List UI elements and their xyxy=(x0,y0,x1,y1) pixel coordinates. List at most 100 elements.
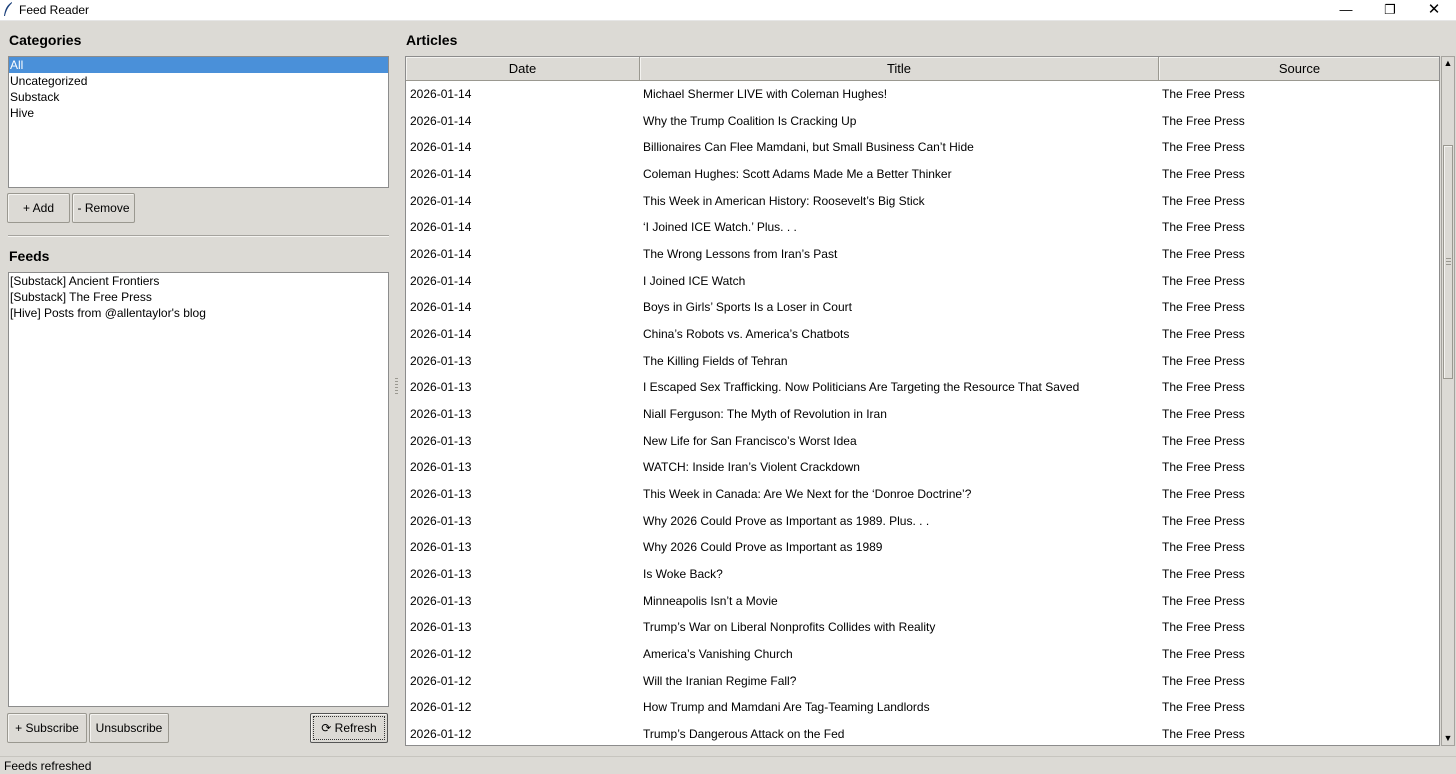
table-row[interactable]: 2026-01-13 New Life for San Francisco’s W… xyxy=(406,428,1439,455)
article-source: The Free Press xyxy=(1162,87,1245,101)
table-row[interactable]: 2026-01-12 Trump’s Dangerous Attack on th… xyxy=(406,721,1439,745)
remove-category-button[interactable]: - Remove xyxy=(72,193,135,223)
article-source: The Free Press xyxy=(1162,406,1245,421)
feed-item[interactable]: [Substack] The Free Press xyxy=(9,289,388,305)
table-row[interactable]: 2026-01-14 Billionaires Can Flee Mamdani,… xyxy=(406,134,1439,161)
category-item[interactable]: Hive xyxy=(9,105,388,121)
article-source: The Free Press xyxy=(1162,246,1245,261)
table-row[interactable]: 2026-01-12 How Trump and Mamdani Are Tag-… xyxy=(406,694,1439,721)
article-title: Coleman Hughes: Scott Adams Made Me a Be… xyxy=(643,166,952,181)
feed-item[interactable]: [Hive] Posts from @allentaylor's blog xyxy=(9,305,388,321)
articles-table[interactable]: Date Title Source 2026-01-14 Michael Sher… xyxy=(405,56,1440,746)
article-source: The Free Press xyxy=(1162,140,1245,155)
add-category-button[interactable]: + Add xyxy=(7,193,70,223)
article-date: 2026-01-13 xyxy=(410,380,472,395)
article-date: 2026-01-13 xyxy=(410,566,472,581)
article-date: 2026-01-14 xyxy=(410,166,472,181)
maximize-button[interactable]: ❐ xyxy=(1368,0,1412,20)
table-row[interactable]: 2026-01-14 Boys in Girls’ Sports Is a Los… xyxy=(406,294,1439,321)
table-row[interactable]: 2026-01-14 Michael Shermer LIVE with Cole… xyxy=(406,81,1439,108)
article-date: 2026-01-14 xyxy=(410,220,472,235)
category-item[interactable]: Substack xyxy=(9,89,388,105)
table-row[interactable]: 2026-01-13 WATCH: Inside Iran’s Violent C… xyxy=(406,454,1439,481)
article-title: This Week in Canada: Are We Next for the… xyxy=(643,486,972,501)
table-row[interactable]: 2026-01-12 America’s Vanishing Church The … xyxy=(406,641,1439,668)
table-row[interactable]: 2026-01-13 Why 2026 Could Prove as Import… xyxy=(406,534,1439,561)
articles-scrollbar[interactable]: ▲ ▼ xyxy=(1441,56,1455,746)
article-source: The Free Press xyxy=(1162,566,1245,581)
table-row[interactable]: 2026-01-14 ‘I Joined ICE Watch.’ Plus. . … xyxy=(406,214,1439,241)
column-header-title[interactable]: Title xyxy=(640,57,1159,81)
article-title: How Trump and Mamdani Are Tag-Teaming La… xyxy=(643,700,930,715)
table-row[interactable]: 2026-01-12 Will the Iranian Regime Fall? T… xyxy=(406,668,1439,695)
article-date: 2026-01-14 xyxy=(410,246,472,261)
table-row[interactable]: 2026-01-13 Why 2026 Could Prove as Import… xyxy=(406,508,1439,535)
article-date: 2026-01-13 xyxy=(410,353,472,368)
scrollbar-thumb[interactable] xyxy=(1443,145,1453,379)
article-date: 2026-01-14 xyxy=(410,113,472,128)
title-bar: Feed Reader — ❐ ✕ xyxy=(0,0,1456,21)
scroll-up-icon[interactable]: ▲ xyxy=(1442,57,1454,70)
status-bar: Feeds refreshed xyxy=(0,756,1456,774)
article-title: America’s Vanishing Church xyxy=(643,646,793,661)
categories-list[interactable]: All Uncategorized Substack Hive xyxy=(8,56,389,188)
article-title: New Life for San Francisco’s Worst Idea xyxy=(643,433,857,448)
minimize-button[interactable]: — xyxy=(1324,0,1368,20)
article-title: I Joined ICE Watch xyxy=(643,273,746,288)
feeds-heading: Feeds xyxy=(9,248,50,264)
article-date: 2026-01-12 xyxy=(410,726,472,741)
column-header-source[interactable]: Source xyxy=(1159,57,1439,81)
article-title: ‘I Joined ICE Watch.’ Plus. . . xyxy=(643,220,797,235)
refresh-button[interactable]: ⟳ Refresh xyxy=(310,713,388,743)
article-source: The Free Press xyxy=(1162,486,1245,501)
article-date: 2026-01-14 xyxy=(410,87,472,101)
table-row[interactable]: 2026-01-13 The Killing Fields of Tehran Th… xyxy=(406,348,1439,375)
article-title: Why the Trump Coalition Is Cracking Up xyxy=(643,113,857,128)
article-date: 2026-01-14 xyxy=(410,193,472,208)
table-row[interactable]: 2026-01-13 Niall Ferguson: The Myth of Re… xyxy=(406,401,1439,428)
table-row[interactable]: 2026-01-13 I Escaped Sex Trafficking. Now… xyxy=(406,374,1439,401)
table-row[interactable]: 2026-01-14 Coleman Hughes: Scott Adams Ma… xyxy=(406,161,1439,188)
article-date: 2026-01-13 xyxy=(410,486,472,501)
window-title: Feed Reader xyxy=(19,3,90,17)
close-button[interactable]: ✕ xyxy=(1412,0,1456,20)
table-row[interactable]: 2026-01-14 China’s Robots vs. America’s C… xyxy=(406,321,1439,348)
article-title: Will the Iranian Regime Fall? xyxy=(643,673,797,688)
table-row[interactable]: 2026-01-14 Why the Trump Coalition Is Cra… xyxy=(406,108,1439,135)
article-date: 2026-01-13 xyxy=(410,406,472,421)
article-source: The Free Press xyxy=(1162,700,1245,715)
article-title: The Wrong Lessons from Iran’s Past xyxy=(643,246,838,261)
feeds-list[interactable]: [Substack] Ancient Frontiers [Substack] T… xyxy=(8,272,389,707)
status-text: Feeds refreshed xyxy=(4,759,92,773)
table-row[interactable]: 2026-01-13 Trump’s War on Liberal Nonprof… xyxy=(406,614,1439,641)
article-title: Trump’s Dangerous Attack on the Fed xyxy=(643,726,845,741)
pane-sash-handle[interactable] xyxy=(395,378,398,396)
table-row[interactable]: 2026-01-13 Minneapolis Isn’t a Movie The F… xyxy=(406,588,1439,615)
subscribe-button[interactable]: + Subscribe xyxy=(7,713,87,743)
article-title: Is Woke Back? xyxy=(643,566,723,581)
category-item[interactable]: All xyxy=(9,57,388,73)
article-date: 2026-01-13 xyxy=(410,593,472,608)
article-title: WATCH: Inside Iran’s Violent Crackdown xyxy=(643,460,860,475)
article-source: The Free Press xyxy=(1162,113,1245,128)
article-source: The Free Press xyxy=(1162,646,1245,661)
table-row[interactable]: 2026-01-14 I Joined ICE Watch The Free Pre… xyxy=(406,268,1439,295)
category-item[interactable]: Uncategorized xyxy=(9,73,388,89)
column-header-date[interactable]: Date xyxy=(406,57,640,81)
table-row[interactable]: 2026-01-14 This Week in American History:… xyxy=(406,188,1439,215)
table-row[interactable]: 2026-01-14 The Wrong Lessons from Iran’s … xyxy=(406,241,1439,268)
article-date: 2026-01-13 xyxy=(410,540,472,555)
article-title: Trump’s War on Liberal Nonprofits Collid… xyxy=(643,620,936,635)
scroll-down-icon[interactable]: ▼ xyxy=(1442,732,1454,745)
table-row[interactable]: 2026-01-13 Is Woke Back? The Free Press xyxy=(406,561,1439,588)
article-date: 2026-01-12 xyxy=(410,673,472,688)
grip-icon xyxy=(1446,258,1451,266)
feather-icon xyxy=(4,2,12,16)
article-date: 2026-01-14 xyxy=(410,300,472,315)
table-row[interactable]: 2026-01-13 This Week in Canada: Are We Ne… xyxy=(406,481,1439,508)
article-title: I Escaped Sex Trafficking. Now Politicia… xyxy=(643,380,1080,395)
unsubscribe-button[interactable]: Unsubscribe xyxy=(89,713,169,743)
feed-item[interactable]: [Substack] Ancient Frontiers xyxy=(9,273,388,289)
categories-heading: Categories xyxy=(9,32,82,48)
article-date: 2026-01-14 xyxy=(410,140,472,155)
